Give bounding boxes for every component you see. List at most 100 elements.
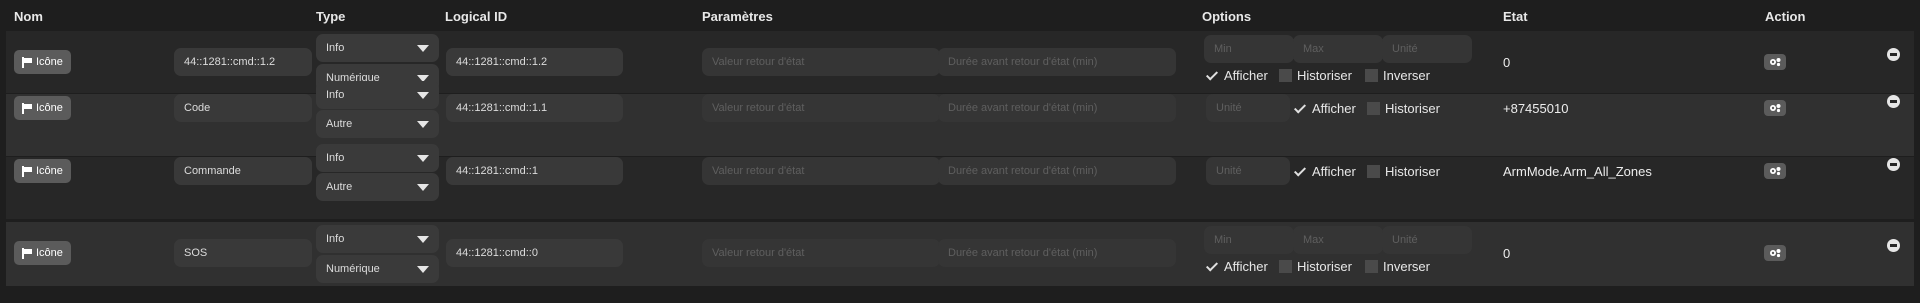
afficher-checkbox[interactable]: Afficher (1294, 164, 1356, 179)
valeur-retour-input[interactable]: Valeur retour d'état (702, 48, 940, 76)
etat-value: 0 (1503, 55, 1511, 70)
etat-value: ArmMode.Arm_All_Zones (1503, 164, 1652, 179)
historiser-label: Historiser (1297, 68, 1352, 83)
historiser-label: Historiser (1297, 259, 1352, 274)
logical-id-input[interactable]: 44::1281::cmd::1.1 (446, 94, 623, 122)
chevron-down-icon (417, 92, 429, 99)
checkbox-box (1367, 165, 1380, 178)
type-select-value: Info (326, 42, 345, 54)
etat-value: +87455010 (1503, 101, 1569, 116)
unite-input[interactable]: Unité (1206, 94, 1290, 122)
type-select[interactable]: Info (316, 225, 439, 253)
chevron-down-icon (417, 121, 429, 128)
chevron-down-icon (417, 184, 429, 191)
type-select[interactable]: Info (316, 34, 439, 62)
remove-icon[interactable] (1887, 158, 1900, 171)
inverser-checkbox[interactable]: Inverser (1365, 68, 1430, 83)
header-logical-id: Logical ID (445, 9, 508, 24)
command-name-input[interactable]: Code (174, 94, 312, 122)
header-nom: Nom (14, 9, 43, 24)
remove-icon[interactable] (1887, 48, 1900, 61)
command-name-input[interactable]: Commande (174, 157, 312, 185)
afficher-checkbox[interactable]: Afficher (1206, 68, 1268, 83)
historiser-checkbox[interactable]: Historiser (1367, 101, 1440, 116)
icone-button[interactable]: Icône (14, 241, 71, 265)
check-icon (1294, 165, 1307, 178)
unite-input[interactable]: Unité (1206, 157, 1290, 185)
max-input[interactable]: Max (1293, 226, 1383, 254)
afficher-label: Afficher (1224, 259, 1268, 274)
historiser-label: Historiser (1385, 101, 1440, 116)
header-options: Options (1202, 9, 1252, 24)
duree-retour-input[interactable]: Durée avant retour d'état (min) (938, 157, 1176, 185)
table-header: Nom Type Logical ID Paramètres Options E… (0, 0, 1920, 34)
historiser-checkbox[interactable]: Historiser (1279, 68, 1352, 83)
gears-icon (1770, 104, 1781, 113)
icone-label: Icône (36, 247, 63, 259)
gears-icon (1770, 167, 1781, 176)
commands-table: Nom Type Logical ID Paramètres Options E… (0, 0, 1920, 303)
min-input[interactable]: Min (1204, 226, 1294, 254)
inverser-checkbox[interactable]: Inverser (1365, 259, 1430, 274)
configure-button[interactable] (1764, 245, 1786, 261)
subtype-select[interactable]: Autre (316, 110, 439, 138)
etat-value: 0 (1503, 246, 1511, 261)
flag-icon (22, 56, 32, 68)
type-select-value: Info (326, 152, 345, 164)
historiser-checkbox[interactable]: Historiser (1367, 164, 1440, 179)
checkbox-box (1365, 260, 1378, 273)
duree-retour-input[interactable]: Durée avant retour d'état (min) (938, 239, 1176, 267)
unite-input[interactable]: Unité (1382, 226, 1472, 254)
subtype-select-value: Numérique (326, 263, 380, 275)
duree-retour-input[interactable]: Durée avant retour d'état (min) (938, 94, 1176, 122)
remove-icon[interactable] (1887, 239, 1900, 252)
logical-id-input[interactable]: 44::1281::cmd::1 (446, 157, 623, 185)
configure-button[interactable] (1764, 54, 1786, 70)
type-select-value: Info (326, 89, 345, 101)
min-input[interactable]: Min (1204, 35, 1294, 63)
command-name-input[interactable]: SOS (174, 239, 312, 267)
afficher-checkbox[interactable]: Afficher (1294, 101, 1356, 116)
unite-input[interactable]: Unité (1382, 35, 1472, 63)
subtype-select[interactable]: Autre (316, 173, 439, 201)
type-select[interactable]: Info (316, 144, 439, 172)
duree-retour-input[interactable]: Durée avant retour d'état (min) (938, 48, 1176, 76)
valeur-retour-input[interactable]: Valeur retour d'état (702, 157, 940, 185)
afficher-checkbox[interactable]: Afficher (1206, 259, 1268, 274)
max-input[interactable]: Max (1293, 35, 1383, 63)
command-name-input[interactable]: 44::1281::cmd::1.2 (174, 48, 312, 76)
configure-button[interactable] (1764, 100, 1786, 116)
subtype-select-value: Autre (326, 118, 353, 130)
afficher-label: Afficher (1224, 68, 1268, 83)
table-row: Icône SOS Info Numérique 44::1281::cmd::… (6, 222, 1914, 286)
header-parametres: Paramètres (702, 9, 773, 24)
icone-label: Icône (36, 165, 63, 177)
valeur-retour-input[interactable]: Valeur retour d'état (702, 239, 940, 267)
historiser-checkbox[interactable]: Historiser (1279, 259, 1352, 274)
check-icon (1206, 69, 1219, 82)
afficher-label: Afficher (1312, 101, 1356, 116)
subtype-select-value: Autre (326, 181, 353, 193)
configure-button[interactable] (1764, 163, 1786, 179)
table-row: Icône Code Info Autre 44::1281::cmd::1.1… (6, 81, 1914, 156)
logical-id-input[interactable]: 44::1281::cmd::0 (446, 239, 623, 267)
icone-button[interactable]: Icône (14, 96, 71, 120)
flag-icon (22, 102, 32, 114)
checkbox-box (1279, 260, 1292, 273)
subtype-select[interactable]: Numérique (316, 255, 439, 283)
remove-icon[interactable] (1887, 95, 1900, 108)
flag-icon (22, 165, 32, 177)
logical-id-input[interactable]: 44::1281::cmd::1.2 (446, 48, 623, 76)
chevron-down-icon (417, 45, 429, 52)
icone-button[interactable]: Icône (14, 50, 71, 74)
table-row: Icône Commande Info Autre 44::1281::cmd:… (6, 144, 1914, 219)
header-etat: Etat (1503, 9, 1528, 24)
table-row: Icône 44::1281::cmd::1.2 Info Numérique … (6, 31, 1914, 93)
icone-button[interactable]: Icône (14, 159, 71, 183)
chevron-down-icon (417, 155, 429, 162)
valeur-retour-input[interactable]: Valeur retour d'état (702, 94, 940, 122)
header-action: Action (1765, 9, 1806, 24)
type-select[interactable]: Info (316, 81, 439, 109)
flag-icon (22, 247, 32, 259)
inverser-label: Inverser (1383, 259, 1430, 274)
